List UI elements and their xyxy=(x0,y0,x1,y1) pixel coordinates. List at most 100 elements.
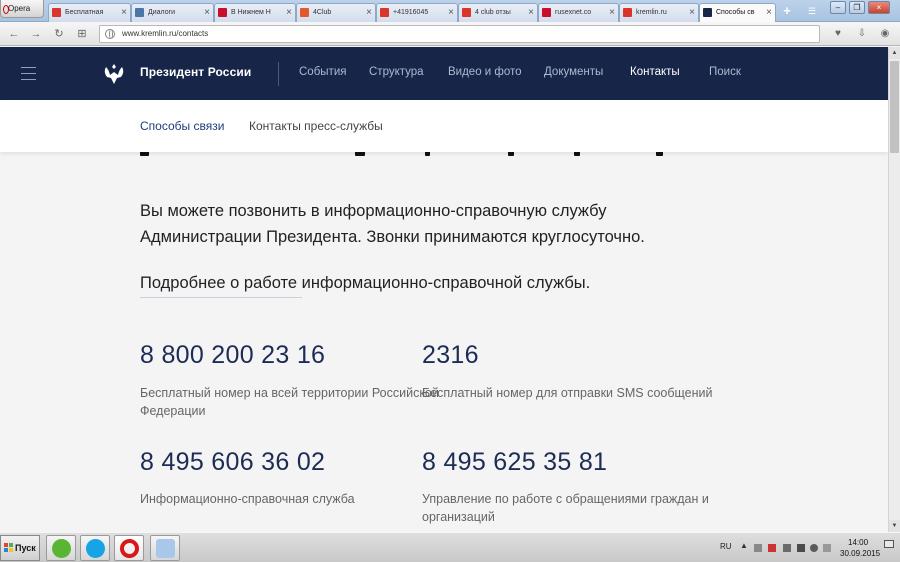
tray-app-icon[interactable] xyxy=(823,544,831,552)
tab-label: +41916045 xyxy=(393,9,429,16)
tab-favicon-icon xyxy=(623,8,632,17)
tab[interactable]: rusexnet.co × xyxy=(538,3,619,22)
close-icon[interactable]: × xyxy=(286,4,292,21)
reload-icon[interactable]: ↻ xyxy=(51,26,67,42)
tray-app-icon[interactable] xyxy=(768,544,776,552)
hamburger-menu-icon[interactable] xyxy=(21,67,36,80)
back-arrow-icon[interactable]: ← xyxy=(6,26,22,42)
taskbar-opera[interactable] xyxy=(114,535,144,561)
opera-icon xyxy=(120,539,139,558)
close-icon[interactable]: × xyxy=(609,4,615,21)
nav-documents[interactable]: Документы xyxy=(544,66,603,78)
address-text: www.kremlin.ru/contacts xyxy=(122,29,209,38)
start-button[interactable]: Пуск xyxy=(0,535,40,561)
minimize-button[interactable]: – xyxy=(830,1,846,14)
tab-label: В Нижнем Н xyxy=(231,9,271,16)
network-icon[interactable] xyxy=(797,544,805,552)
tab[interactable]: 4Club × xyxy=(296,3,376,22)
browser-toolbar: ← → ↻ ⊞ www.kremlin.ru/contacts ♥ ⇩ ◉ xyxy=(0,22,900,46)
double-headed-eagle-icon[interactable] xyxy=(101,61,127,87)
phone-number[interactable]: 8 495 606 36 02 xyxy=(140,448,325,477)
tray-app-icon[interactable] xyxy=(783,544,791,552)
show-desktop-button[interactable] xyxy=(884,540,894,548)
clock-date[interactable]: 30.09.2015 xyxy=(840,549,880,558)
close-icon[interactable]: × xyxy=(121,4,127,21)
download-icon[interactable]: ⇩ xyxy=(854,26,870,42)
start-label: Пуск xyxy=(15,543,36,553)
phone-number[interactable]: 8 495 625 35 81 xyxy=(422,448,607,477)
tab[interactable]: Диалоги × xyxy=(131,3,214,22)
tab-active[interactable]: Способы св × xyxy=(699,3,776,22)
scroll-down-arrow-icon[interactable]: ▼ xyxy=(889,520,900,532)
tab-favicon-icon xyxy=(135,8,144,17)
nav-video-photo[interactable]: Видео и фото xyxy=(448,66,522,78)
nav-search[interactable]: Поиск xyxy=(709,66,741,78)
clock-time[interactable]: 14:00 xyxy=(848,538,868,547)
phone-number[interactable]: 8 800 200 23 16 xyxy=(140,341,325,370)
vertical-scrollbar[interactable]: ▲ ▼ xyxy=(888,47,900,532)
tab-label: kremlin.ru xyxy=(636,9,667,16)
tab-label: Бесплатная xyxy=(65,9,104,16)
tab-label: Диалоги xyxy=(148,9,176,16)
globe-icon xyxy=(105,29,115,39)
close-icon[interactable]: × xyxy=(448,4,454,21)
close-icon[interactable]: × xyxy=(204,4,210,21)
new-tab-button[interactable]: + xyxy=(779,4,795,19)
tab-label: 4 club отзы xyxy=(475,9,511,16)
header-divider xyxy=(278,62,279,86)
account-icon[interactable]: ◉ xyxy=(877,26,893,42)
taskbar: Пуск RU ▲ 14:00 30.09.2015 xyxy=(0,532,900,562)
tab-label: Способы св xyxy=(716,9,755,16)
window-close-button[interactable]: × xyxy=(868,1,890,14)
subnav-press-contacts[interactable]: Контакты пресс-службы xyxy=(249,119,383,133)
phone-number[interactable]: 2316 xyxy=(422,341,479,370)
language-indicator[interactable]: RU xyxy=(720,542,732,551)
restore-button[interactable]: ❐ xyxy=(849,1,865,14)
site-title[interactable]: Президент России xyxy=(140,65,251,79)
tray-app-icon[interactable] xyxy=(754,544,762,552)
close-icon[interactable]: × xyxy=(366,4,372,21)
taskbar-utorrent[interactable] xyxy=(46,535,76,561)
subnav-bar: Способы связи Контакты пресс-службы xyxy=(0,100,888,152)
link-underline xyxy=(140,297,302,298)
phone-description: Бесплатный номер для отправки SMS сообще… xyxy=(422,386,713,400)
tab[interactable]: Бесплатная × xyxy=(48,3,131,22)
scrollbar-thumb[interactable] xyxy=(890,61,899,153)
taskbar-skype[interactable] xyxy=(80,535,110,561)
scroll-up-arrow-icon[interactable]: ▲ xyxy=(889,47,900,59)
tab-favicon-icon xyxy=(218,8,227,17)
close-icon[interactable]: × xyxy=(528,4,534,21)
paint-icon xyxy=(156,539,175,558)
opera-menu-label: Opera xyxy=(8,4,31,13)
utorrent-icon xyxy=(52,539,71,558)
opera-menu-button[interactable]: Opera xyxy=(0,0,44,18)
speed-dial-grid-icon[interactable]: ⊞ xyxy=(74,26,90,42)
volume-icon[interactable] xyxy=(810,544,818,552)
tray-expand-icon[interactable]: ▲ xyxy=(740,541,748,550)
taskbar-paint[interactable] xyxy=(150,535,180,561)
phone-description: Управление по работе с обращениями гражд… xyxy=(422,492,709,524)
tab-menu-button[interactable]: ☰ xyxy=(805,4,819,18)
nav-structure[interactable]: Структура xyxy=(369,66,424,78)
subnav-contact-methods[interactable]: Способы связи xyxy=(140,119,224,133)
skype-icon xyxy=(86,539,105,558)
address-bar[interactable]: www.kremlin.ru/contacts xyxy=(99,25,820,43)
browser-tab-strip: Opera Бесплатная × Диалоги × В Нижнем Н × 4… xyxy=(0,0,900,22)
tab[interactable]: В Нижнем Н × xyxy=(214,3,296,22)
tab[interactable]: 4 club отзы × xyxy=(458,3,538,22)
close-icon[interactable]: × xyxy=(689,4,695,21)
heart-icon[interactable]: ♥ xyxy=(830,26,846,42)
tab-favicon-icon xyxy=(703,8,712,17)
tab-favicon-icon xyxy=(52,8,61,17)
tab[interactable]: +41916045 × xyxy=(376,3,458,22)
tab[interactable]: kremlin.ru × xyxy=(619,3,699,22)
close-icon[interactable]: × xyxy=(766,4,772,21)
nav-contacts[interactable]: Контакты xyxy=(630,66,680,78)
tab-label: 4Club xyxy=(313,9,332,16)
tab-label: rusexnet.co xyxy=(555,9,592,16)
intro-paragraph: Вы можете позвонить в информационно-спра… xyxy=(140,202,645,246)
page-viewport: Президент России События Структура Видео… xyxy=(0,47,888,532)
nav-events[interactable]: События xyxy=(299,66,346,78)
info-service-link[interactable]: Подробнее о работе информационно-справоч… xyxy=(140,274,590,293)
forward-arrow-icon[interactable]: → xyxy=(28,26,44,42)
